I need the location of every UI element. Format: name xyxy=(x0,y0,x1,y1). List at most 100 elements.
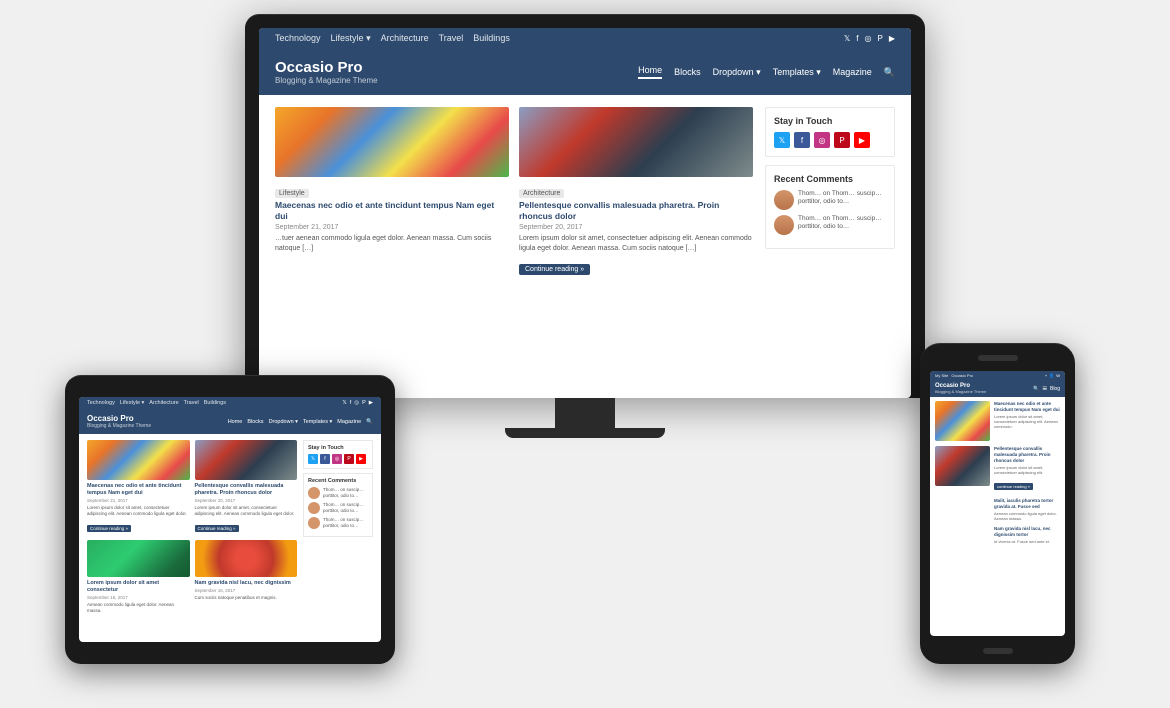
t-nav-dropdown[interactable]: Dropdown ▾ xyxy=(269,419,298,425)
tablet-logo-sub: Blogging & Magazine Theme xyxy=(87,423,151,429)
tablet-s-youtube[interactable]: ▶ xyxy=(356,454,366,464)
tablet-article-1-title: Maecenas nec odio et ante tincidunt temp… xyxy=(87,483,190,497)
t-nav-arch[interactable]: Architecture xyxy=(149,400,178,406)
logo-title: Occasio Pro xyxy=(275,59,378,76)
t-nav-blocks[interactable]: Blocks xyxy=(247,419,263,425)
article-2-excerpt: Lorem ipsum dolor sit amet, consectetuer… xyxy=(519,234,753,254)
article-2-category: Architecture xyxy=(519,189,564,198)
tablet-social-row: 𝕏 f ◎ P ▶ xyxy=(308,454,368,464)
facebook-icon[interactable]: f xyxy=(856,34,858,43)
social-youtube[interactable]: ▶ xyxy=(854,132,870,148)
youtube-icon[interactable]: ▶ xyxy=(889,34,895,43)
phone-screen: My Site Occasio Pro + 👤 W Occasio Pro Bl… xyxy=(930,371,1065,636)
tablet-article-4-img xyxy=(195,540,298,577)
tablet-s-facebook[interactable]: f xyxy=(320,454,330,464)
p-menu-icon[interactable]: ≡ xyxy=(1042,384,1047,393)
nav-buildings[interactable]: Buildings xyxy=(473,33,510,44)
monitor-stand-base xyxy=(505,428,665,438)
tablet-s-pinterest[interactable]: P xyxy=(344,454,354,464)
tablet-read-more-2[interactable]: Continue reading » xyxy=(195,525,239,532)
t-nav-templates[interactable]: Templates ▾ xyxy=(303,419,332,425)
t-nav-travel[interactable]: Travel xyxy=(184,400,199,406)
phone-article-3-title: Malit, iaculis pharetra tortor gravida a… xyxy=(994,498,1060,510)
search-icon[interactable]: 🔍 xyxy=(884,67,895,78)
twitter-icon[interactable]: 𝕏 xyxy=(844,34,850,43)
phone-article-2-body: Pellentesque convallis malesuada pharetr… xyxy=(994,446,1060,493)
tablet-read-more-1[interactable]: Continue reading » xyxy=(87,525,131,532)
t-nav-tech[interactable]: Technology xyxy=(87,400,115,406)
pinterest-icon[interactable]: P xyxy=(878,34,883,43)
social-facebook[interactable]: f xyxy=(794,132,810,148)
site-header: Occasio Pro Blogging & Magazine Theme Ho… xyxy=(259,49,911,95)
nav-technology[interactable]: Technology xyxy=(275,33,321,44)
article-1-excerpt: …tuer aenean commodo ligula eget dolor. … xyxy=(275,234,509,254)
phone-article-4-text: Id viverra at. Fusce sed ante id. xyxy=(994,539,1060,544)
stay-in-touch-widget: Stay in Touch 𝕏 f ◎ P ▶ xyxy=(765,107,895,157)
tablet-article-1-img xyxy=(87,440,190,480)
phone-article-1: Maecenas nec odio et ante tincidunt temp… xyxy=(935,401,1060,441)
tablet-article-1: Maecenas nec odio et ante tincidunt temp… xyxy=(87,440,190,535)
nav-travel[interactable]: Travel xyxy=(439,33,464,44)
tablet-article-2-img xyxy=(195,440,298,480)
tablet-article-grid-2: Lorem ipsum dolor sit amet consectetur S… xyxy=(87,540,297,577)
social-twitter[interactable]: 𝕏 xyxy=(774,132,790,148)
p-search-icon[interactable]: 🔍 xyxy=(1033,386,1039,392)
nav-architecture[interactable]: Architecture xyxy=(381,33,429,44)
avatar-2 xyxy=(774,215,794,235)
t-instagram-icon: ◎ xyxy=(354,400,359,406)
nav-templates[interactable]: Templates ▾ xyxy=(773,67,821,78)
t-nav-magazine[interactable]: Magazine xyxy=(337,419,361,425)
tablet-article-3-date: September 18, 2017 xyxy=(87,595,190,600)
tablet-content: Maecenas nec odio et ante tincidunt temp… xyxy=(79,434,381,588)
widget-title: Stay in Touch xyxy=(774,116,886,126)
phone-read-more-2[interactable]: continue reading » xyxy=(994,483,1033,490)
t-nav-build[interactable]: Buildings xyxy=(204,400,226,406)
article-2-title[interactable]: Pellentesque convallis malesuada pharetr… xyxy=(519,200,753,222)
article-1-image xyxy=(275,107,509,177)
tablet-article-2: Pellentesque convallis malesuada pharetr… xyxy=(195,440,298,535)
p-nav-1: My Site xyxy=(935,373,948,378)
nav-dropdown[interactable]: Dropdown ▾ xyxy=(713,67,761,78)
tablet-s-instagram[interactable]: ◎ xyxy=(332,454,342,464)
nav-home[interactable]: Home xyxy=(638,65,662,79)
scene: Technology Lifestyle ▾ Architecture Trav… xyxy=(35,14,1135,694)
article-1-category: Lifestyle xyxy=(275,189,309,198)
tablet-article-4-date: September 16, 2017 xyxy=(195,588,298,593)
t-nav-home[interactable]: Home xyxy=(228,419,243,425)
phone-frame: My Site Occasio Pro + 👤 W Occasio Pro Bl… xyxy=(920,343,1075,664)
t-search-icon[interactable]: 🔍 xyxy=(366,419,373,425)
phone-article-1-text: Lorem ipsum dolor sit amet, consectetuer… xyxy=(994,414,1060,430)
nav-magazine[interactable]: Magazine xyxy=(833,67,872,77)
tablet-nav: Home Blocks Dropdown ▾ Templates ▾ Magaz… xyxy=(228,419,373,425)
tablet-avatar-2 xyxy=(308,502,320,514)
instagram-icon[interactable]: ◎ xyxy=(865,34,872,43)
tablet-article-4: Nam gravida nisl lacu, nec dignissim Sep… xyxy=(195,540,298,577)
social-pinterest[interactable]: P xyxy=(834,132,850,148)
comment-1: Thom… on Thom… suscip… porttitor, odio t… xyxy=(774,190,886,210)
tablet: Technology Lifestyle ▾ Architecture Trav… xyxy=(65,375,395,664)
read-more-button[interactable]: Continue reading » xyxy=(519,264,590,275)
monitor-frame: Technology Lifestyle ▾ Architecture Trav… xyxy=(245,14,925,398)
tablet-article-1-date: September 21, 2017 xyxy=(87,498,190,503)
tablet-recent-comments: Recent Comments Thom… on suscip… porttit… xyxy=(303,473,373,537)
article-1-title[interactable]: Maecenas nec odio et ante tincidunt temp… xyxy=(275,200,509,222)
phone-article-1-title: Maecenas nec odio et ante tincidunt temp… xyxy=(994,401,1060,413)
tablet-s-twitter[interactable]: 𝕏 xyxy=(308,454,318,464)
sidebar: Stay in Touch 𝕏 f ◎ P ▶ Recent Comm xyxy=(765,107,895,286)
tablet-comment-1: Thom… on suscip… porttitor, odio to… xyxy=(308,487,368,499)
tablet-comment-3-text: Thom… on suscip… porttitor, odio to… xyxy=(323,517,368,529)
nav-blocks[interactable]: Blocks xyxy=(674,67,701,77)
tablet-stay-in-touch: Stay in Touch 𝕏 f ◎ P ▶ xyxy=(303,440,373,469)
phone-article-4-body: Nam gravida nisl lacu, nec dignissim tor… xyxy=(994,526,1060,544)
tablet-logo: Occasio Pro Blogging & Magazine Theme xyxy=(87,414,151,429)
phone-article-2-title: Pellentesque convallis malesuada pharetr… xyxy=(994,446,1060,464)
tablet-screen: Technology Lifestyle ▾ Architecture Trav… xyxy=(79,397,381,642)
main-content: Lifestyle Maecenas nec odio et ante tinc… xyxy=(275,107,753,286)
tablet-sit-title: Stay in Touch xyxy=(308,445,368,451)
t-nav-life[interactable]: Lifestyle ▾ xyxy=(120,400,144,406)
tablet-article-4-text: Cum sociis natoque penatibus et magnis. xyxy=(195,595,298,601)
tablet-rc-title: Recent Comments xyxy=(308,478,368,484)
social-instagram[interactable]: ◎ xyxy=(814,132,830,148)
nav-lifestyle[interactable]: Lifestyle ▾ xyxy=(331,33,371,44)
phone-topbar-nav: My Site Occasio Pro xyxy=(935,373,973,378)
